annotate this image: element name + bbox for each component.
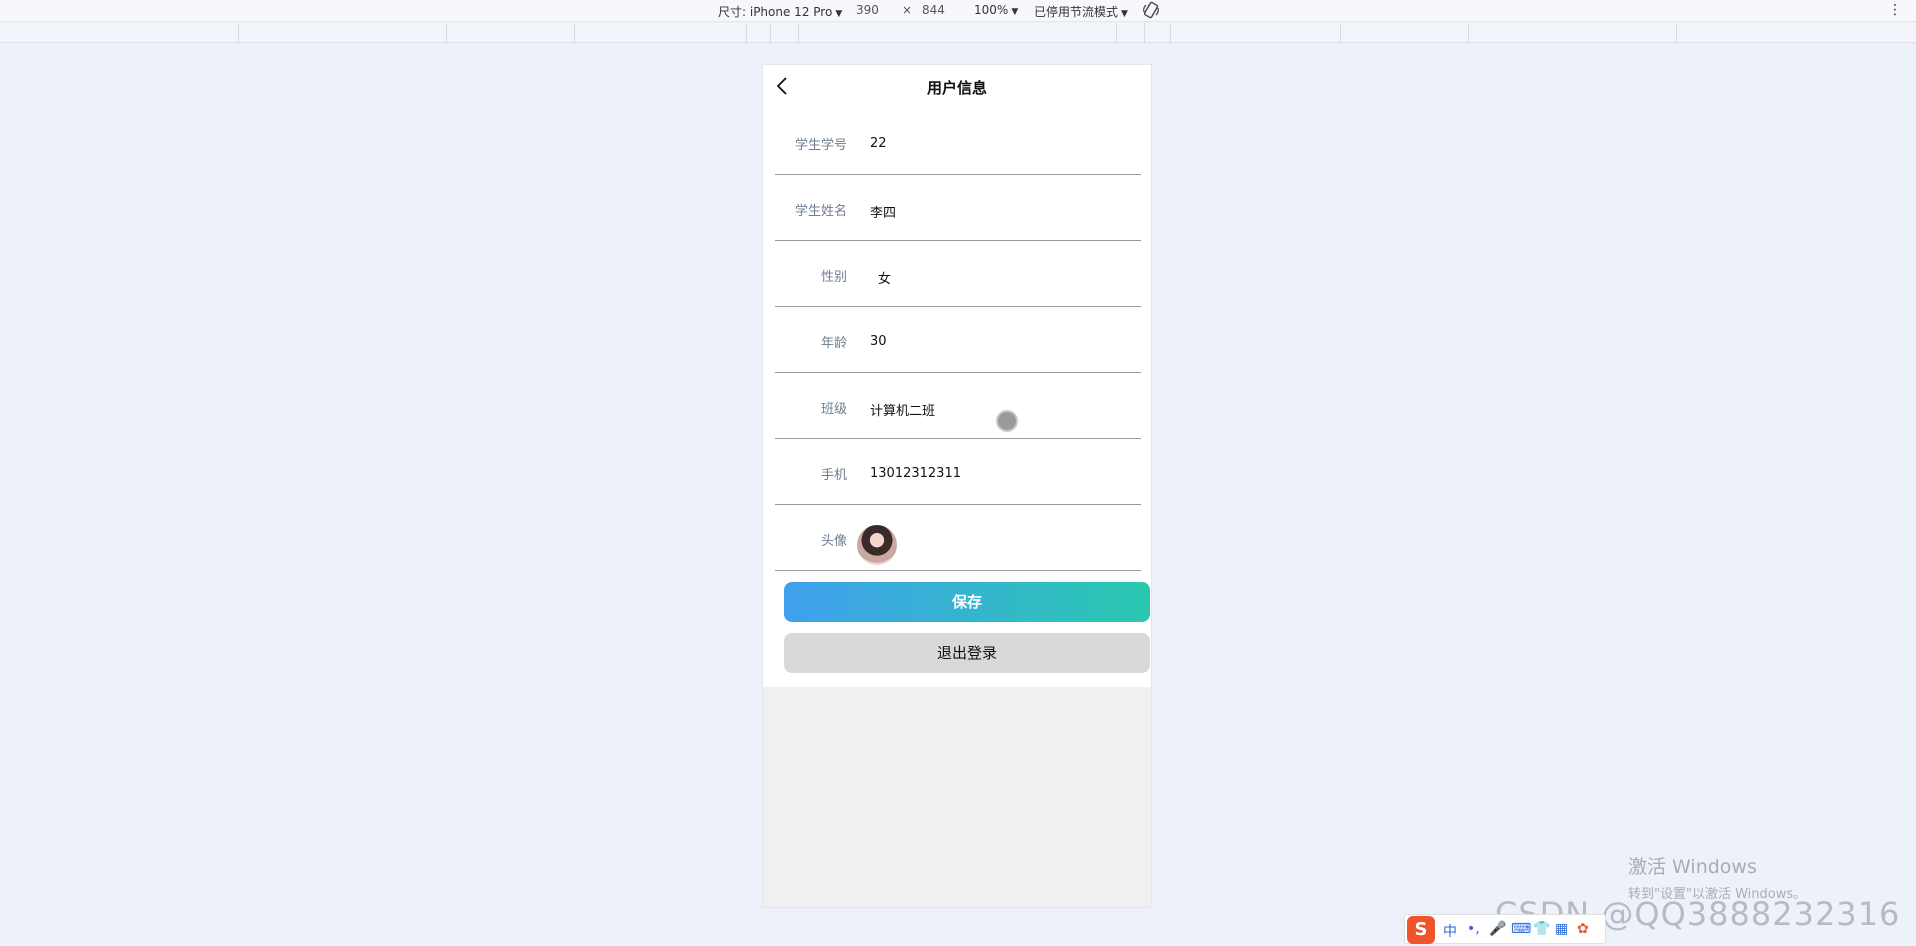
- throttle-selector[interactable]: 已停用节流模式 ▼: [1034, 3, 1128, 20]
- student-id-input[interactable]: 22: [870, 136, 887, 151]
- age-label: 年龄: [820, 336, 847, 351]
- phone-input[interactable]: 13012312311: [870, 466, 961, 481]
- form-row-phone: 手机 13012312311: [775, 439, 1141, 505]
- zoom-selector[interactable]: 100% ▼: [974, 3, 1018, 17]
- form-row-gender: 性别 女: [775, 241, 1141, 307]
- nav-bar: 用户信息: [763, 65, 1151, 109]
- page-title: 用户信息: [926, 79, 987, 97]
- chevron-down-icon: ▼: [1121, 9, 1128, 19]
- device-width-input[interactable]: 390: [856, 3, 879, 17]
- keyboard-icon[interactable]: ⌨: [1511, 921, 1531, 937]
- student-id-label: 学生学号: [794, 138, 847, 153]
- form-row-age: 年龄 30: [775, 307, 1141, 373]
- age-input[interactable]: 30: [870, 334, 887, 349]
- ruler-tick: [1340, 23, 1341, 43]
- avatar-label: 头像: [820, 534, 847, 549]
- user-form: 学生学号 22 学生姓名 李四 性别 女 年龄 30 班级 计算机二班 手机 1…: [775, 109, 1141, 571]
- rotate-icon[interactable]: [1142, 1, 1160, 19]
- ruler-tick: [1116, 23, 1117, 43]
- logout-button[interactable]: 退出登录: [784, 633, 1150, 673]
- ruler-tick: [1676, 23, 1677, 43]
- ime-mode-toggle[interactable]: 中: [1443, 921, 1457, 941]
- watermark-line1: 激活 Windows: [1628, 856, 1757, 878]
- class-label: 班级: [820, 402, 847, 417]
- ruler-tick: [574, 23, 575, 43]
- gender-label: 性别: [820, 270, 847, 285]
- form-row-class: 班级 计算机二班: [775, 373, 1141, 439]
- ruler-tick: [446, 23, 447, 43]
- skin-icon[interactable]: 👕: [1533, 921, 1550, 937]
- save-button[interactable]: 保存: [784, 582, 1150, 622]
- form-row-student-name: 学生姓名 李四: [775, 175, 1141, 241]
- more-options-icon[interactable]: ⋮: [1888, 2, 1902, 18]
- ruler-tick: [798, 23, 799, 43]
- form-row-student-id: 学生学号 22: [775, 109, 1141, 175]
- more-tools-icon[interactable]: ✿: [1577, 921, 1589, 937]
- punctuation-icon[interactable]: •,: [1467, 921, 1480, 937]
- student-name-label: 学生姓名: [794, 204, 847, 219]
- student-name-input[interactable]: 李四: [870, 202, 896, 221]
- gender-select[interactable]: 女: [878, 268, 891, 287]
- ruler-tick: [1468, 23, 1469, 43]
- media-query-ruler: [0, 23, 1916, 43]
- chevron-down-icon: ▼: [1011, 7, 1019, 17]
- microphone-icon[interactable]: 🎤: [1489, 921, 1506, 937]
- ime-toolbar: S 中 •, 🎤 ⌨ 👕 ▦ ✿: [1404, 914, 1606, 944]
- dimension-separator: ×: [902, 3, 913, 17]
- ruler-tick: [1170, 23, 1171, 43]
- chevron-down-icon: ▼: [835, 9, 843, 19]
- phone-viewport: 用户信息 学生学号 22 学生姓名 李四 性别 女 年龄 30 班级 计算机二班: [762, 64, 1152, 908]
- ruler-tick: [746, 23, 747, 43]
- phone-label: 手机: [820, 468, 847, 483]
- avatar[interactable]: [857, 525, 897, 565]
- toolbox-icon[interactable]: ▦: [1555, 921, 1568, 937]
- ruler-tick: [1144, 23, 1145, 43]
- device-selector[interactable]: 尺寸: iPhone 12 Pro ▼: [718, 3, 842, 20]
- class-input[interactable]: 计算机二班: [870, 400, 935, 419]
- ruler-tick: [770, 23, 771, 43]
- sogou-logo-icon[interactable]: S: [1407, 916, 1435, 944]
- device-height-input[interactable]: 844: [922, 3, 945, 17]
- touch-cursor-indicator: [996, 410, 1018, 432]
- form-row-avatar: 头像: [775, 505, 1141, 571]
- ruler-tick: [238, 23, 239, 43]
- devtools-device-toolbar: 尺寸: iPhone 12 Pro ▼ 390 × 844 100% ▼ 已停用节流…: [0, 0, 1916, 22]
